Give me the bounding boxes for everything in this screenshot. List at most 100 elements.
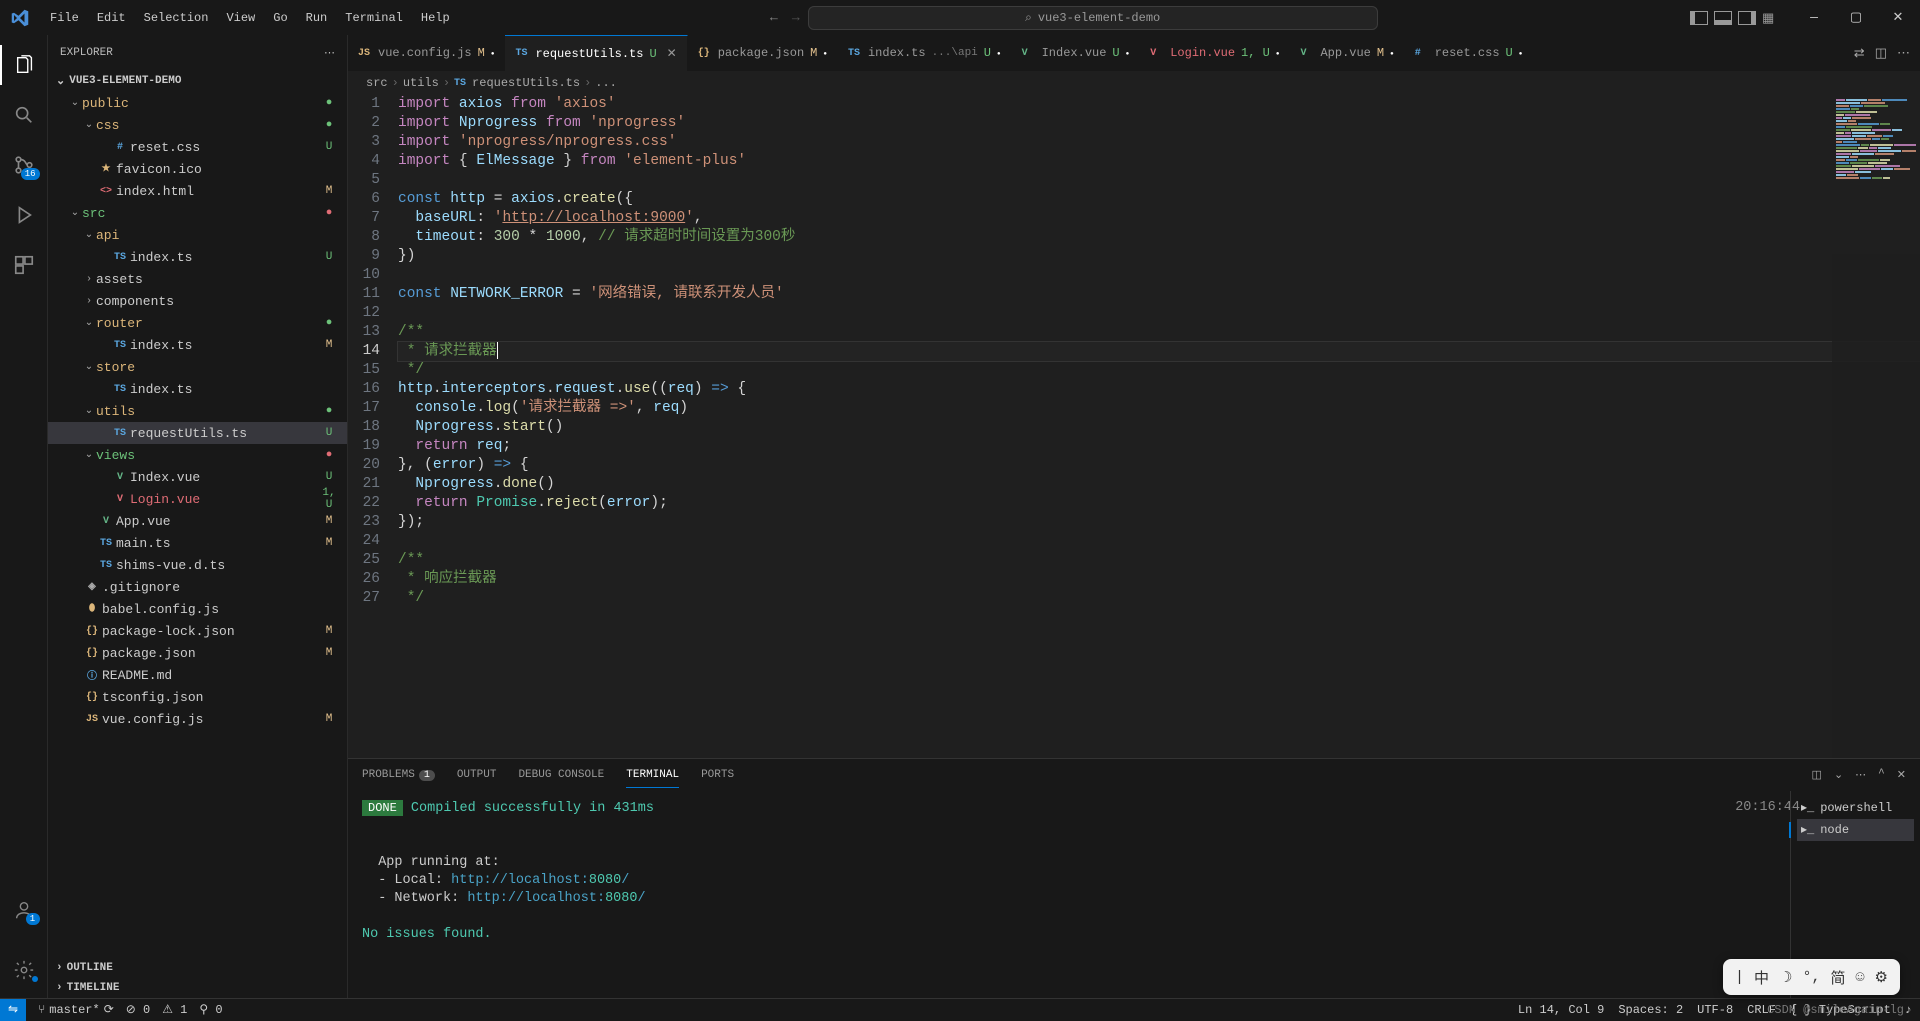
menu-view[interactable]: View [218,7,263,29]
maximize-icon[interactable]: ▢ [1842,10,1870,25]
timeline-section[interactable]: ›TIMELINE [48,978,347,998]
close-icon[interactable]: ✕ [1884,10,1912,25]
more-icon[interactable]: ⋯ [324,46,335,60]
search-icon[interactable] [0,95,48,135]
encoding[interactable]: UTF-8 [1697,1003,1733,1017]
editor-tab[interactable]: VApp.vueM● [1290,35,1404,71]
ime-item[interactable]: | [1735,969,1744,986]
scm-icon[interactable]: 16 [0,145,48,185]
breadcrumb[interactable]: src›utils›TSrequestUtils.ts›... [348,71,1920,95]
editor-tab[interactable]: VLogin.vue1, U● [1140,35,1290,71]
nav-back-icon[interactable]: ← [770,10,778,25]
close-tab-icon[interactable]: ✕ [667,46,677,61]
tree-item[interactable]: ⌄css● [48,114,347,136]
minimap[interactable] [1832,95,1920,758]
tree-item[interactable]: {}package.jsonM [48,642,347,664]
more-icon[interactable]: ⋯ [1897,46,1910,61]
tree-item[interactable]: {}package-lock.jsonM [48,620,347,642]
breadcrumb-item[interactable]: src [366,76,388,90]
ime-item[interactable]: ⚙ [1875,968,1888,987]
tree-item[interactable]: ★favicon.ico [48,158,347,180]
tree-item[interactable]: ⌄views● [48,444,347,466]
ports[interactable]: ⚲ 0 [199,1002,222,1017]
breadcrumb-item[interactable]: utils [403,76,439,90]
tree-item[interactable]: #reset.cssU [48,136,347,158]
minimize-icon[interactable]: — [1800,10,1828,25]
tree-item[interactable]: TSrequestUtils.tsU [48,422,347,444]
breadcrumb-item[interactable]: requestUtils.ts [472,76,580,90]
tree-item[interactable]: TSshims-vue.d.ts [48,554,347,576]
explorer-icon[interactable] [0,45,48,85]
remote-icon[interactable]: ⇋ [0,999,26,1021]
tree-item[interactable]: ⌄src● [48,202,347,224]
debug-icon[interactable] [0,195,48,235]
tree-item[interactable]: ⌄store [48,356,347,378]
menu-file[interactable]: File [42,7,87,29]
ime-item[interactable]: 简 [1831,967,1846,988]
tree-item[interactable]: TSindex.ts [48,378,347,400]
tree-item[interactable]: VApp.vueM [48,510,347,532]
notifications-icon[interactable]: ♪ [1905,1003,1912,1017]
tree-item[interactable]: VIndex.vueU [48,466,347,488]
sync-icon[interactable]: ⟳ [104,1002,114,1017]
split-icon[interactable]: ◫ [1875,46,1887,61]
code-area[interactable]: 1234567891011121314151617181920212223242… [348,95,1920,758]
editor-tab[interactable]: #reset.cssU● [1405,35,1534,71]
indent[interactable]: Spaces: 2 [1618,1003,1683,1017]
tree-item[interactable]: ⌄public● [48,92,347,114]
tree-item[interactable]: ⌄router● [48,312,347,334]
tree-item[interactable]: TSindex.tsM [48,334,347,356]
code-lines[interactable]: import axios from 'axios'import Nprogres… [398,95,1920,758]
editor-tab[interactable]: JSvue.config.jsM● [348,35,505,71]
tree-item[interactable]: {}tsconfig.json [48,686,347,708]
menu-terminal[interactable]: Terminal [337,7,411,29]
layout-icons[interactable]: ▦ [1690,11,1780,25]
git-branch[interactable]: ⑂master*⟳ [38,1002,114,1017]
account-icon[interactable]: 1 [0,890,48,930]
menu-help[interactable]: Help [413,7,458,29]
tree-item[interactable]: TSmain.tsM [48,532,347,554]
project-section[interactable]: ⌄ VUE3-ELEMENT-DEMO [48,70,347,92]
tab-problems[interactable]: PROBLEMS1 [362,763,435,787]
editor-tab[interactable]: VIndex.vueU● [1012,35,1141,71]
extensions-icon[interactable] [0,245,48,285]
tab-ports[interactable]: PORTS [701,763,734,787]
tree-item[interactable]: ◈.gitignore [48,576,347,598]
editor-tab[interactable]: TSrequestUtils.tsU✕ [505,35,687,71]
tab-terminal[interactable]: TERMINAL [626,763,679,788]
tree-item[interactable]: ⌄utils● [48,400,347,422]
warnings[interactable]: ⚠ 1 [162,1002,187,1017]
errors[interactable]: ⊘ 0 [126,1002,150,1017]
terminal-split-icon[interactable]: ◫ [1812,768,1822,782]
more-icon[interactable]: ⋯ [1855,768,1866,782]
tree-item[interactable]: VLogin.vue1, U [48,488,347,510]
terminal-instance[interactable]: ▸_node [1797,819,1914,841]
tab-output[interactable]: OUTPUT [457,763,497,787]
close-panel-icon[interactable]: ✕ [1897,768,1906,782]
command-center[interactable]: ⌕ vue3-element-demo [808,6,1378,30]
nav-forward-icon[interactable]: → [792,10,800,25]
tree-item[interactable]: <>index.htmlM [48,180,347,202]
ime-item[interactable]: °, [1803,969,1821,986]
editor-tab[interactable]: TSindex.ts...\apiU● [838,35,1012,71]
breadcrumb-item[interactable]: ... [595,76,617,90]
tree-item[interactable]: JSvue.config.jsM [48,708,347,730]
tree-item[interactable]: ›assets [48,268,347,290]
maximize-panel-icon[interactable]: ^ [1878,768,1885,782]
tree-item[interactable]: ⌄api [48,224,347,246]
tree-item[interactable]: TSindex.tsU [48,246,347,268]
menu-go[interactable]: Go [265,7,295,29]
menu-edit[interactable]: Edit [89,7,134,29]
terminal-instance[interactable]: ▸_powershell [1797,797,1914,819]
editor-tab[interactable]: {}package.jsonM● [688,35,838,71]
outline-section[interactable]: ›OUTLINE [48,958,347,978]
tree-item[interactable]: ⓘREADME.md [48,664,347,686]
tab-debug[interactable]: DEBUG CONSOLE [518,763,604,787]
cursor-pos[interactable]: Ln 14, Col 9 [1518,1003,1604,1017]
tree-item[interactable]: ›components [48,290,347,312]
ime-item[interactable]: ☺ [1856,969,1865,986]
menu-selection[interactable]: Selection [136,7,217,29]
terminal[interactable]: DONE Compiled successfully in 431ms20:16… [348,791,1920,998]
compare-icon[interactable]: ⇄ [1854,46,1865,61]
tree-item[interactable]: ⬮babel.config.js [48,598,347,620]
